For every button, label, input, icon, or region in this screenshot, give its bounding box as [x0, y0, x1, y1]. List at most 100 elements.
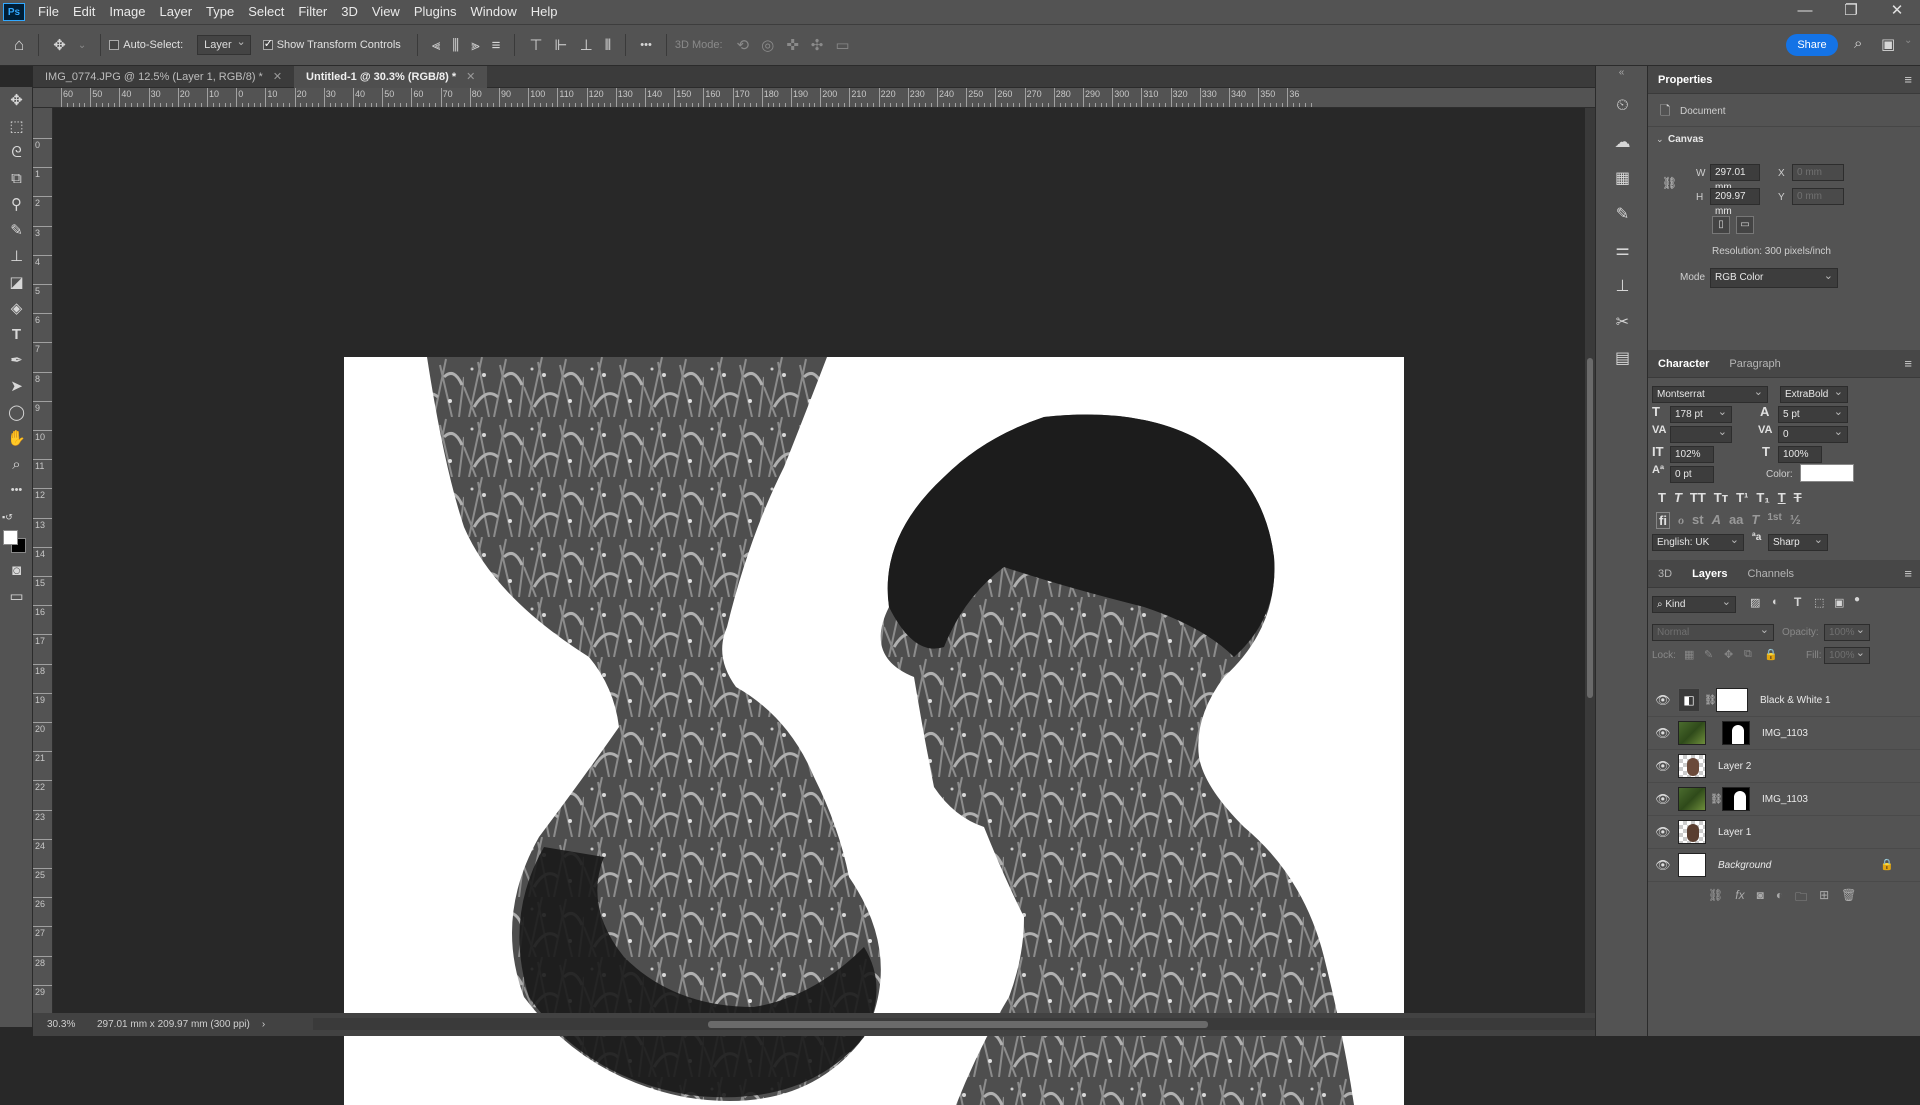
3d-roll-icon[interactable]: ◎ [755, 36, 780, 54]
foreground-color-swatch[interactable] [3, 530, 18, 545]
3d-slide-icon[interactable]: ✣ [805, 36, 830, 54]
align-left-icon[interactable]: ⫷ [426, 37, 446, 54]
lock-position-icon[interactable]: ✥ [1724, 648, 1733, 661]
layer-name[interactable]: Layer 2 [1718, 761, 1751, 772]
font-family-dropdown[interactable]: Montserrat [1652, 386, 1768, 403]
portrait-orientation-icon[interactable]: ▯ [1712, 216, 1730, 234]
eyedropper-tool-icon[interactable]: ⚲ [0, 191, 33, 217]
menu-filter[interactable]: Filter [291, 0, 334, 24]
tab-properties[interactable]: Properties [1648, 66, 1722, 94]
layer-name[interactable]: IMG_1103 [1762, 728, 1808, 739]
move-tool-preset-icon[interactable]: ✥ [47, 36, 72, 54]
show-transform-checkbox[interactable] [263, 40, 273, 50]
collapse-dock-icon[interactable]: « [1596, 66, 1647, 88]
tab-img-0774[interactable]: IMG_0774.JPG @ 12.5% (Layer 1, RGB/8) *✕ [33, 66, 294, 88]
restore-button[interactable]: ❐ [1828, 0, 1874, 24]
superscript-button[interactable]: T¹ [1736, 490, 1748, 505]
layer-mask-thumbnail[interactable] [1716, 688, 1748, 712]
lock-all-icon[interactable]: 🔒 [1764, 648, 1778, 661]
hand-tool-icon[interactable]: ✋ [0, 425, 33, 451]
lock-transparent-icon[interactable]: ▦ [1684, 648, 1694, 661]
menu-plugins[interactable]: Plugins [407, 0, 464, 24]
fx-icon[interactable]: fx [1735, 888, 1744, 909]
layer-row-img-1103-top[interactable]: 👁 IMG_1103 [1648, 717, 1920, 750]
workspace-chevron-icon[interactable]: ⌄ [1898, 35, 1918, 46]
trash-icon[interactable]: 🗑 [1841, 888, 1856, 909]
menu-3d[interactable]: 3D [334, 0, 365, 24]
ligatures-button[interactable]: fi [1656, 512, 1670, 529]
share-button[interactable]: Share [1786, 34, 1838, 56]
horizontal-scroll-thumb[interactable] [708, 1021, 1208, 1028]
close-tab-icon[interactable]: ✕ [466, 71, 475, 83]
discretionary-ligatures-button[interactable]: st [1692, 512, 1704, 529]
layer-row-layer-1[interactable]: 👁 Layer 1 [1648, 816, 1920, 849]
panel-menu-icon[interactable]: ≡ [1904, 356, 1912, 371]
menu-select[interactable]: Select [241, 0, 291, 24]
kerning-field[interactable] [1670, 426, 1732, 443]
horizontal-ruler[interactable]: 6050403020100102030405060708090100110120… [33, 88, 1595, 108]
vertical-scale-field[interactable]: 102% [1670, 446, 1714, 463]
link-dimensions-icon[interactable]: ⛓ [1662, 176, 1677, 190]
tracking-field[interactable]: 0 [1778, 426, 1848, 443]
horizontal-scale-field[interactable]: 100% [1778, 446, 1822, 463]
visibility-eye-icon[interactable]: 👁 [1648, 792, 1678, 806]
titling-alternates-button[interactable]: T [1751, 512, 1759, 529]
menu-window[interactable]: Window [463, 0, 523, 24]
auto-select-target-dropdown[interactable]: Layer [197, 35, 251, 55]
3d-pan-icon[interactable]: ✜ [780, 36, 805, 54]
menu-edit[interactable]: Edit [66, 0, 102, 24]
zoom-tool-icon[interactable]: ⌕ [0, 451, 33, 477]
filter-type-icon[interactable]: T [1794, 595, 1801, 609]
ellipse-tool-icon[interactable]: ◯ [0, 399, 33, 425]
lasso-tool-icon[interactable]: ᘓ [0, 139, 33, 165]
layer-thumbnail[interactable] [1678, 853, 1706, 877]
visibility-eye-icon[interactable]: 👁 [1648, 759, 1678, 773]
close-tab-icon[interactable]: ✕ [273, 71, 282, 83]
menu-help[interactable]: Help [524, 0, 565, 24]
faux-bold-button[interactable]: T [1658, 490, 1666, 505]
layer-name[interactable]: Black & White 1 [1760, 695, 1831, 706]
align-vcenter-icon[interactable]: ⊩ [549, 36, 574, 54]
layer-row-layer-2[interactable]: 👁 Layer 2 [1648, 750, 1920, 783]
visibility-eye-icon[interactable]: 👁 [1648, 825, 1678, 839]
filter-shape-icon[interactable]: ⬚ [1814, 596, 1824, 609]
layer-row-img-1103-bottom[interactable]: 👁 ⛓ IMG_1103 [1648, 783, 1920, 816]
antialias-dropdown[interactable]: Sharp [1768, 534, 1828, 551]
history-panel-icon[interactable]: ⏲ [1596, 88, 1649, 124]
libraries-panel-icon[interactable]: ▤ [1596, 340, 1649, 376]
chevron-down-icon[interactable]: ⌄ [72, 40, 92, 51]
layer-thumbnail[interactable] [1678, 820, 1706, 844]
fill-field[interactable]: 100% [1824, 647, 1870, 664]
leading-field[interactable]: 5 pt [1778, 406, 1848, 423]
3d-camera-icon[interactable]: ▭ [829, 36, 855, 54]
contextual-alternates-button[interactable]: ℴ [1678, 512, 1684, 529]
filter-adjustment-icon[interactable]: ◐ [1772, 596, 1779, 608]
status-chevron-icon[interactable]: › [262, 1019, 265, 1030]
subscript-button[interactable]: T₁ [1756, 490, 1769, 505]
align-bottom-icon[interactable]: ⊥ [574, 36, 599, 54]
stylistic-alternates-button[interactable]: aa [1729, 512, 1743, 529]
font-style-dropdown[interactable]: ExtraBold [1780, 386, 1848, 403]
quick-mask-icon[interactable]: ◙ [0, 557, 33, 583]
more-options-icon[interactable]: ••• [634, 39, 658, 51]
lock-artboard-icon[interactable]: ⧉ [1744, 648, 1752, 661]
marquee-tool-icon[interactable]: ⬚ [0, 113, 33, 139]
3d-orbit-icon[interactable]: ⟲ [731, 36, 756, 54]
minimize-button[interactable]: — [1782, 0, 1828, 24]
stamp-tool-icon[interactable]: ⊥ [0, 243, 33, 269]
add-mask-icon[interactable]: ◙ [1757, 888, 1764, 909]
path-selection-tool-icon[interactable]: ➤ [0, 373, 33, 399]
panel-menu-icon[interactable]: ≡ [1904, 72, 1912, 87]
baseline-shift-field[interactable]: 0 pt [1670, 466, 1714, 483]
layer-mask-thumbnail[interactable] [1722, 721, 1750, 745]
tab-3d[interactable]: 3D [1648, 560, 1682, 588]
canvas-area[interactable] [54, 108, 1585, 1013]
mask-link-icon[interactable]: ⛓ [1704, 695, 1716, 706]
zoom-level[interactable]: 30.3% [47, 1019, 87, 1030]
auto-select-checkbox[interactable] [109, 40, 119, 50]
x-field[interactable]: 0 mm [1792, 164, 1844, 181]
align-top-icon[interactable]: ⊤ [523, 36, 548, 54]
search-icon[interactable]: ⌕ [1848, 35, 1868, 52]
canvas-section-toggle[interactable]: ⌄ [1656, 134, 1664, 145]
layer-filter-dropdown[interactable]: ⌕ Kind [1652, 596, 1736, 613]
